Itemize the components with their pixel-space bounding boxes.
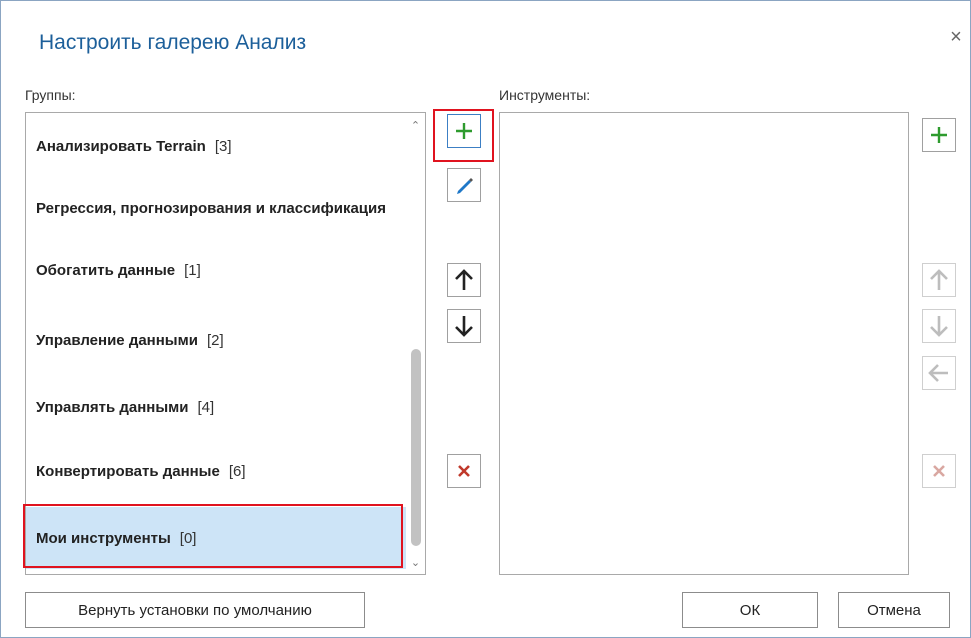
group-item-name: Управлять данными [36, 398, 189, 416]
group-item-count: [2] [206, 331, 224, 349]
ok-button[interactable]: ОК [682, 592, 818, 628]
tools-list[interactable] [499, 112, 909, 575]
add-icon [456, 123, 472, 139]
group-item-name: Регрессия, прогнозирования и классификац… [36, 199, 386, 217]
add-group-button[interactable] [447, 114, 481, 148]
move-tool-up-button[interactable] [922, 263, 956, 297]
reset-defaults-button[interactable]: Вернуть установки по умолчанию [25, 592, 365, 628]
group-item-enrich-data[interactable]: Обогатить данные [1] [26, 239, 406, 301]
scrollbar-thumb[interactable] [411, 349, 421, 546]
groups-label: Группы: [25, 87, 76, 103]
move-group-down-button[interactable] [447, 309, 481, 343]
group-item-data-management[interactable]: Управление данными [2] [26, 309, 406, 371]
group-item-analyze-terrain[interactable]: Анализировать Terrain [3] [26, 115, 406, 177]
delete-icon [933, 465, 945, 477]
groups-scrollbar[interactable]: ⌃ ⌄ [406, 113, 425, 574]
move-up-icon [455, 269, 473, 290]
add-tool-button[interactable] [922, 118, 956, 152]
group-item-count: [1] [184, 261, 201, 279]
edit-group-button[interactable] [447, 168, 481, 202]
group-item-my-tools[interactable]: Мои инструменты [0] [26, 507, 406, 569]
scroll-down-icon[interactable]: ⌄ [406, 554, 425, 572]
dialog-title: Настроить галерею Анализ [39, 31, 307, 54]
group-item-name: Обогатить данные [36, 261, 176, 279]
add-icon [931, 127, 947, 143]
delete-tool-button[interactable] [922, 454, 956, 488]
move-down-icon [930, 316, 948, 337]
cancel-button[interactable]: Отмена [838, 592, 950, 628]
group-item-count: [6] [228, 462, 246, 480]
close-icon[interactable]: × [945, 26, 967, 48]
group-item-name: Управление данными [36, 331, 198, 349]
move-tool-down-button[interactable] [922, 309, 956, 343]
move-down-icon [455, 316, 473, 337]
group-item-manage-data[interactable]: Управлять данными [4] [26, 376, 406, 438]
move-group-up-button[interactable] [447, 263, 481, 297]
move-up-icon [930, 269, 948, 290]
group-item-name: Анализировать Terrain [36, 137, 206, 155]
delete-icon [458, 465, 470, 477]
group-item-count: [3] [214, 137, 232, 155]
edit-pencil-icon [457, 178, 473, 194]
customize-gallery-dialog: Настроить галерею Анализ × Группы: Инстр… [0, 0, 971, 638]
group-item-count: [0] [179, 529, 197, 547]
group-item-name: Конвертировать данные [36, 462, 220, 480]
group-item-count: [4] [197, 398, 215, 416]
group-item-convert-data[interactable]: Конвертировать данные [6] [26, 440, 406, 502]
scroll-up-icon[interactable]: ⌃ [406, 117, 425, 135]
move-left-icon [928, 364, 948, 382]
tools-label: Инструменты: [499, 87, 591, 103]
groups-list[interactable]: Анализировать Terrain [3] Регрессия, про… [25, 112, 426, 575]
move-tool-left-button[interactable] [922, 356, 956, 390]
group-item-name: Мои инструменты [36, 529, 171, 547]
group-item-regression[interactable]: Регрессия, прогнозирования и классификац… [26, 177, 406, 239]
delete-group-button[interactable] [447, 454, 481, 488]
